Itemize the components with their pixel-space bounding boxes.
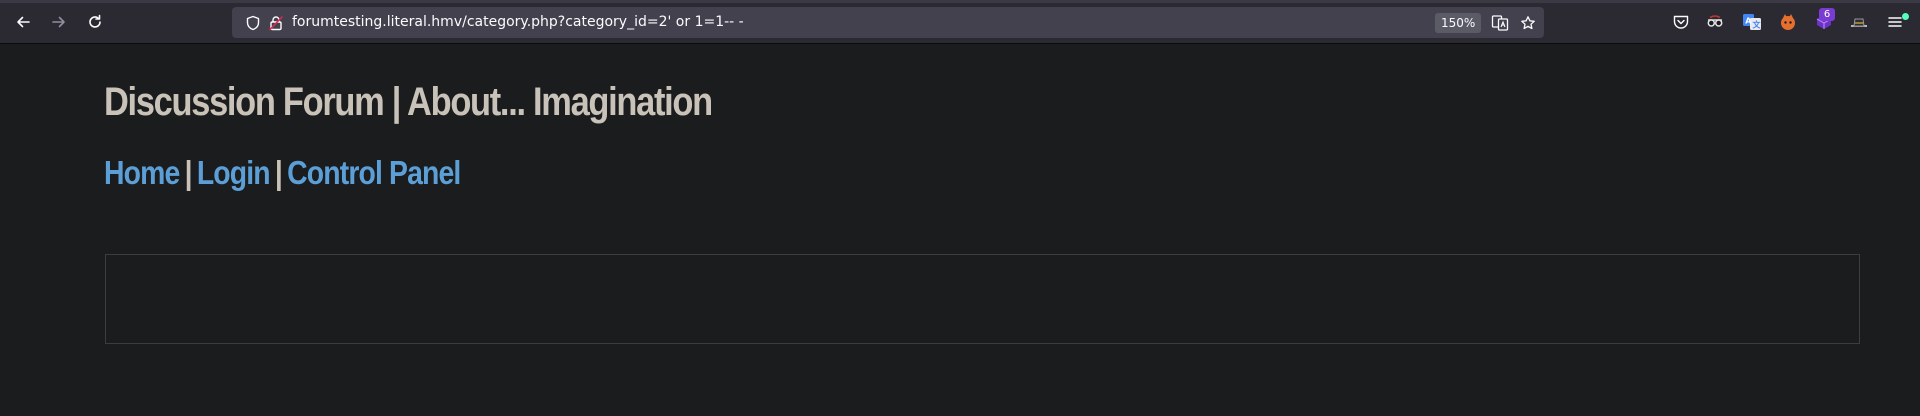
nav-separator: | — [274, 154, 283, 191]
shield-icon[interactable] — [244, 14, 262, 32]
star-icon[interactable] — [1519, 14, 1537, 32]
page-content: Discussion Forum | About... Imagination … — [0, 44, 1920, 416]
browser-toolbar: forumtesting.literal.hmv/category.php?ca… — [0, 0, 1920, 44]
update-available-dot — [1902, 13, 1909, 20]
toolbar-top-border — [0, 0, 1920, 3]
site-navigation: Home | Login | Control Panel — [104, 152, 461, 194]
svg-text:A: A — [1745, 17, 1752, 26]
nav-separator: | — [184, 154, 193, 191]
url-text[interactable]: forumtesting.literal.hmv/category.php?ca… — [292, 13, 744, 32]
back-button[interactable] — [9, 8, 37, 36]
url-bar[interactable]: forumtesting.literal.hmv/category.php?ca… — [232, 7, 1544, 38]
site-title: Discussion Forum | About... Imagination — [104, 80, 713, 124]
hat-extension-icon[interactable] — [1848, 11, 1870, 33]
nav-home-link[interactable]: Home — [104, 154, 180, 191]
svg-text:文: 文 — [1753, 20, 1762, 30]
reload-icon — [89, 14, 101, 28]
zoom-level-badge[interactable]: 150% — [1435, 13, 1482, 33]
fox-extension-icon[interactable] — [1777, 11, 1799, 33]
nav-control-panel-link[interactable]: Control Panel — [287, 154, 461, 191]
pocket-icon[interactable] — [1670, 11, 1692, 33]
arrow-right-icon — [52, 16, 65, 28]
translate-icon[interactable] — [1491, 14, 1509, 32]
insecure-lock-icon[interactable] — [267, 14, 285, 32]
forward-button[interactable] — [45, 8, 73, 36]
extension-count-badge: 6 — [1819, 8, 1835, 21]
category-content-box — [105, 254, 1860, 344]
reload-button[interactable] — [81, 8, 109, 36]
spy-glasses-extension-icon[interactable] — [1704, 11, 1726, 33]
nav-login-link[interactable]: Login — [197, 154, 271, 191]
arrow-left-icon — [17, 16, 30, 28]
google-translate-extension-icon[interactable]: A 文 — [1741, 11, 1763, 33]
